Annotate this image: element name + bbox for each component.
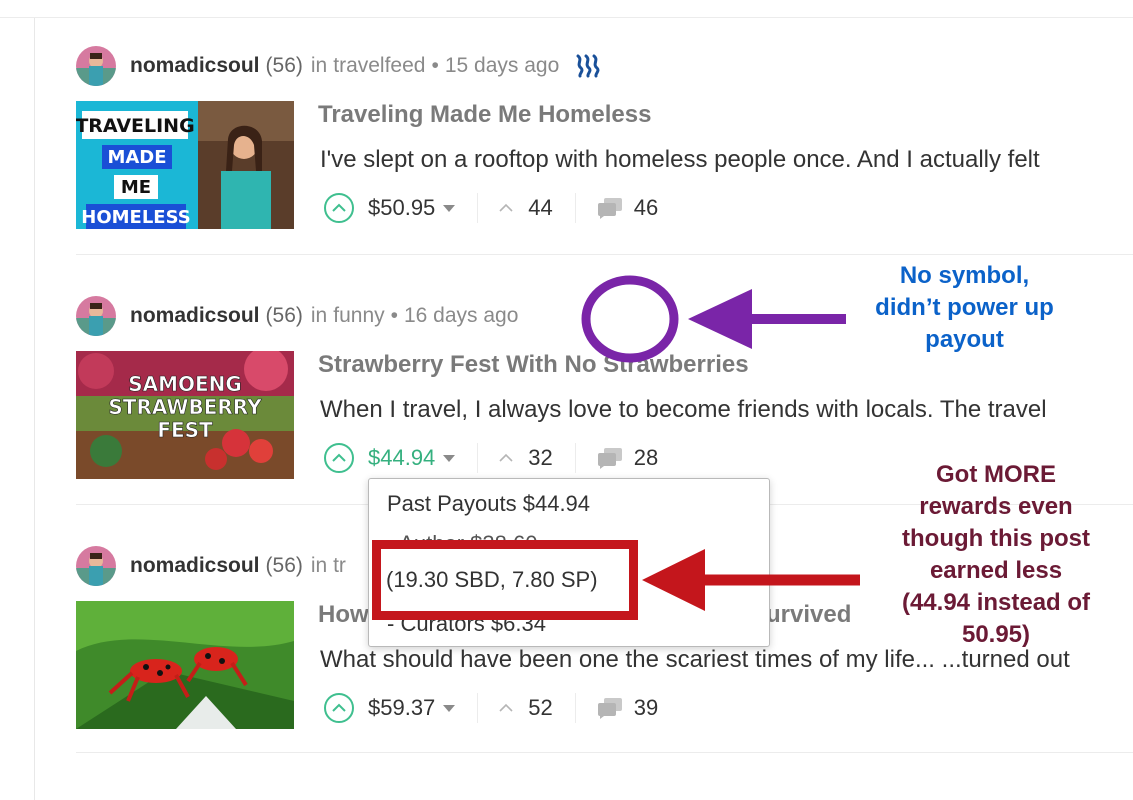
post-item-1: nomadicsoul (56) in travelfeed • 15 days… xyxy=(76,46,1133,236)
upvote-icon[interactable] xyxy=(324,443,354,473)
thumb-text: ME xyxy=(121,177,151,198)
vote-count-icon xyxy=(499,203,513,212)
annotation-line: (44.94 instead of xyxy=(901,589,1091,616)
annotation-line: though this post xyxy=(902,525,1090,552)
annotation-more-rewards: Got MORE rewards even though this post e… xyxy=(870,459,1122,651)
in-label: in tr xyxy=(310,554,346,577)
author-link[interactable]: nomadicsoul xyxy=(130,304,260,328)
post-title[interactable]: How xyxy=(318,601,369,629)
thumb-text: SAMOENG xyxy=(128,372,242,396)
payout-dropdown[interactable]: $59.37 xyxy=(368,695,456,721)
meta-separator: • xyxy=(431,54,439,77)
in-label: in xyxy=(310,54,328,77)
annotation-line: 50.95) xyxy=(961,621,1031,648)
footer-divider xyxy=(574,443,576,473)
meta-separator: • xyxy=(390,304,398,327)
comment-count-value: 46 xyxy=(633,195,659,220)
post-footer: $59.37 52 39 xyxy=(324,693,658,723)
left-divider xyxy=(34,18,35,800)
vote-count-icon xyxy=(499,453,513,462)
upvote-icon[interactable] xyxy=(324,693,354,723)
footer-divider xyxy=(574,693,576,723)
caret-down-icon xyxy=(443,704,456,712)
avatar[interactable] xyxy=(76,546,116,586)
payout-dropdown[interactable]: $50.95 xyxy=(368,195,456,221)
vote-count-value: 52 xyxy=(528,695,553,720)
comments-icon xyxy=(597,698,622,719)
author-reputation: (56) xyxy=(265,554,303,577)
author-reputation: (56) xyxy=(265,54,303,77)
post-divider xyxy=(76,254,1133,255)
payout-value: $44.94 xyxy=(368,445,436,470)
annotation-line: rewards even xyxy=(919,493,1073,520)
top-bar xyxy=(0,0,1133,18)
footer-divider xyxy=(574,193,576,223)
payout-breakdown-line: (19.30 SBD, 7.80 SP) xyxy=(386,567,598,592)
post-title[interactable]: Traveling Made Me Homeless xyxy=(318,101,651,129)
caret-down-icon xyxy=(443,454,456,462)
caret-down-icon xyxy=(443,204,456,212)
steem-icon xyxy=(575,54,601,78)
post-time[interactable]: 16 days ago xyxy=(404,304,518,328)
thumb-text: STRAWBERRY xyxy=(108,395,262,419)
vote-count[interactable]: 32 xyxy=(498,445,553,471)
post-time[interactable]: 15 days ago xyxy=(445,54,559,78)
post-title-end[interactable]: urvived xyxy=(766,601,851,629)
payout-value: $59.37 xyxy=(368,695,436,720)
vote-count-value: 32 xyxy=(528,445,553,470)
comments-icon xyxy=(597,448,622,469)
thumb-text: FEST xyxy=(157,418,213,442)
author-link[interactable]: nomadicsoul xyxy=(130,554,260,578)
past-payouts-line: Past Payouts $44.94 xyxy=(387,491,591,516)
thumb-text: TRAVELING xyxy=(76,115,195,137)
post-excerpt[interactable]: I've slept on a rooftop with homeless pe… xyxy=(320,146,1133,174)
post-author-row: nomadicsoul (56) in funny • 16 days ago xyxy=(76,296,518,336)
vote-count[interactable]: 44 xyxy=(498,195,553,221)
in-label: in xyxy=(310,304,328,327)
comment-count[interactable]: 39 xyxy=(596,695,658,721)
payout-value: $50.95 xyxy=(368,195,436,220)
category-link[interactable]: travelfeed xyxy=(333,54,425,78)
annotation-line: No symbol, xyxy=(899,262,1030,289)
footer-divider xyxy=(477,443,479,473)
footer-divider xyxy=(477,693,479,723)
post-thumbnail[interactable] xyxy=(76,601,294,729)
author-reputation: (56) xyxy=(265,304,303,327)
post-thumbnail[interactable]: SAMOENG STRAWBERRY FEST xyxy=(76,351,294,479)
post-thumbnail[interactable]: TRAVELING MADE ME HOMELESS xyxy=(76,101,294,229)
thumb-text: HOMELESS xyxy=(81,207,190,228)
thumb-text: MADE xyxy=(107,147,166,168)
comment-count[interactable]: 46 xyxy=(596,195,658,221)
vote-count-icon xyxy=(499,703,513,712)
post-author-row: nomadicsoul (56) in tr xyxy=(76,546,346,586)
author-link[interactable]: nomadicsoul xyxy=(130,54,260,78)
annotation-line: payout xyxy=(925,326,1004,353)
footer-divider xyxy=(477,193,479,223)
comments-icon xyxy=(597,198,622,219)
annotation-line: didn’t power up xyxy=(875,294,1054,321)
post-author-row: nomadicsoul (56) in travelfeed • 15 days… xyxy=(76,46,601,86)
avatar[interactable] xyxy=(76,296,116,336)
annotation-line: earned less xyxy=(929,557,1063,584)
post-excerpt[interactable]: When I travel, I always love to become f… xyxy=(320,396,1133,424)
post-footer: $50.95 44 46 xyxy=(324,193,658,223)
annotation-line: Got MORE xyxy=(936,461,1056,488)
category-link[interactable]: funny xyxy=(333,304,384,328)
comment-count-value: 28 xyxy=(633,445,659,470)
upvote-icon[interactable] xyxy=(324,193,354,223)
comment-count[interactable]: 28 xyxy=(596,445,658,471)
payout-dropdown[interactable]: $44.94 xyxy=(368,445,456,471)
vote-count-value: 44 xyxy=(528,195,553,220)
avatar[interactable] xyxy=(76,46,116,86)
post-title-start: How xyxy=(318,601,369,628)
post-footer: $44.94 32 28 xyxy=(324,443,658,473)
comment-count-value: 39 xyxy=(633,695,659,720)
annotation-no-symbol: No symbol, didn’t power up payout xyxy=(852,260,1077,356)
post-divider xyxy=(76,752,1133,753)
vote-count[interactable]: 52 xyxy=(498,695,553,721)
post-title[interactable]: Strawberry Fest With No Strawberries xyxy=(318,351,749,379)
